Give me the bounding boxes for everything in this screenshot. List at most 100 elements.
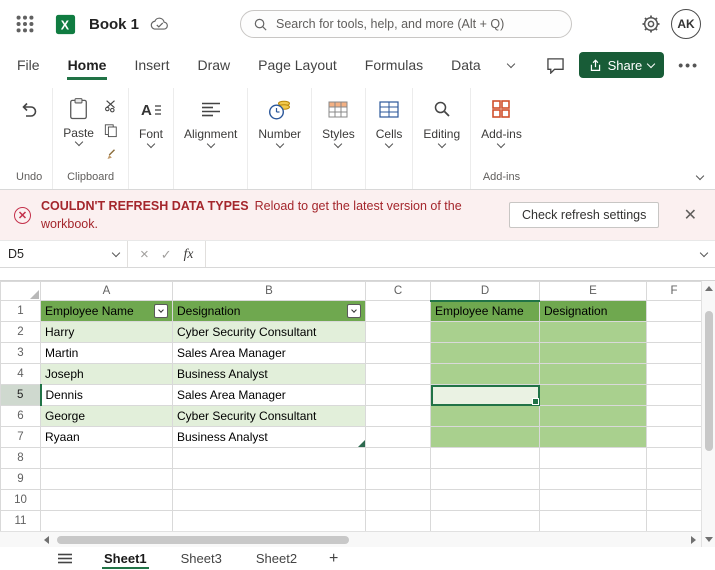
menu-item-formulas[interactable]: Formulas [364,50,424,80]
cell-D11[interactable] [431,511,540,532]
column-header-A[interactable]: A [41,282,173,301]
cell-C3[interactable] [366,343,431,364]
cell-F10[interactable] [647,490,702,511]
cell-B5[interactable]: Sales Area Manager [173,385,366,406]
cancel-entry-icon[interactable]: × [140,247,149,262]
vertical-scrollbar[interactable] [701,281,715,547]
cell-E5[interactable] [540,385,647,406]
app-launcher-icon[interactable] [14,13,36,35]
cell-D1[interactable]: Employee Name [431,301,540,322]
row-header-6[interactable]: 6 [1,406,41,427]
share-button[interactable]: Share [579,52,665,78]
cell-F4[interactable] [647,364,702,385]
cell-D5-active[interactable] [431,385,540,406]
cell-C7[interactable] [366,427,431,448]
cell-D8[interactable] [431,448,540,469]
cell-F11[interactable] [647,511,702,532]
cell-A1[interactable]: Employee Name [41,301,173,322]
cell-C8[interactable] [366,448,431,469]
expand-formula-bar-chevron-icon[interactable] [700,248,708,256]
cell-F5[interactable] [647,385,702,406]
ribbon-group-styles[interactable]: Styles [312,88,366,189]
cell-C11[interactable] [366,511,431,532]
search-input[interactable] [276,17,559,31]
cell-E1[interactable]: Designation [540,301,647,322]
cell-B6[interactable]: Cyber Security Consultant [173,406,366,427]
cell-F6[interactable] [647,406,702,427]
select-all-button[interactable] [1,282,41,301]
ribbon-group-font[interactable]: A Font [129,88,174,189]
gear-icon[interactable] [641,14,661,34]
row-header-9[interactable]: 9 [1,469,41,490]
menu-item-data[interactable]: Data [450,50,482,80]
cell-A7[interactable]: Ryaan [41,427,173,448]
menu-item-home[interactable]: Home [67,50,108,80]
cell-C9[interactable] [366,469,431,490]
filter-button[interactable] [347,304,361,318]
copy-icon[interactable] [104,123,118,141]
cloud-saved-icon[interactable] [149,16,171,32]
search-bar[interactable] [240,10,572,38]
cell-D2[interactable] [431,322,540,343]
cell-A9[interactable] [41,469,173,490]
cell-A6[interactable]: George [41,406,173,427]
cell-A11[interactable] [41,511,173,532]
ribbon-group-editing[interactable]: Editing [413,88,471,189]
scroll-left-arrow-icon[interactable] [44,536,49,544]
sheet-tab-sheet3[interactable]: Sheet3 [179,549,224,569]
more-options-icon[interactable]: ••• [678,57,699,73]
cut-icon[interactable] [104,98,118,116]
ribbon-collapse-chevron-icon[interactable] [696,172,704,180]
confirm-entry-icon[interactable]: ✓ [161,248,172,261]
vertical-scroll-thumb[interactable] [705,311,713,451]
format-painter-icon[interactable] [104,148,118,165]
menu-item-insert[interactable]: Insert [133,50,170,80]
cell-B10[interactable] [173,490,366,511]
row-header-5[interactable]: 5 [1,385,41,406]
row-header-7[interactable]: 7 [1,427,41,448]
row-header-11[interactable]: 11 [1,511,41,532]
horizontal-scrollbar[interactable] [0,531,701,547]
cell-E3[interactable] [540,343,647,364]
cell-E9[interactable] [540,469,647,490]
cell-A3[interactable]: Martin [41,343,173,364]
cell-A8[interactable] [41,448,173,469]
cell-E6[interactable] [540,406,647,427]
cell-C1[interactable] [366,301,431,322]
cell-B8[interactable] [173,448,366,469]
cell-E11[interactable] [540,511,647,532]
filter-button[interactable] [154,304,168,318]
cell-F1[interactable] [647,301,702,322]
cell-C6[interactable] [366,406,431,427]
cell-D3[interactable] [431,343,540,364]
cell-C5[interactable] [366,385,431,406]
cell-A10[interactable] [41,490,173,511]
cell-B9[interactable] [173,469,366,490]
cell-B2[interactable]: Cyber Security Consultant [173,322,366,343]
workbook-title[interactable]: Book 1 [89,16,139,33]
column-header-D[interactable]: D [431,282,540,301]
menu-item-draw[interactable]: Draw [196,50,231,80]
cell-C4[interactable] [366,364,431,385]
cell-A4[interactable]: Joseph [41,364,173,385]
column-header-E[interactable]: E [540,282,647,301]
row-header-1[interactable]: 1 [1,301,41,322]
row-header-10[interactable]: 10 [1,490,41,511]
cell-E4[interactable] [540,364,647,385]
column-header-B[interactable]: B [173,282,366,301]
scroll-up-arrow-icon[interactable] [705,286,713,291]
ribbon-group-number[interactable]: Number [248,88,312,189]
add-sheet-button[interactable]: + [329,551,338,567]
formula-input[interactable] [206,241,693,267]
row-header-4[interactable]: 4 [1,364,41,385]
cell-D4[interactable] [431,364,540,385]
horizontal-scroll-thumb[interactable] [57,536,349,544]
paste-button[interactable]: Paste [63,94,94,165]
cell-F3[interactable] [647,343,702,364]
undo-icon[interactable] [19,94,39,124]
menu-item-page-layout[interactable]: Page Layout [257,50,338,80]
row-header-8[interactable]: 8 [1,448,41,469]
cell-B11[interactable] [173,511,366,532]
cell-A2[interactable]: Harry [41,322,173,343]
cell-B4[interactable]: Business Analyst [173,364,366,385]
